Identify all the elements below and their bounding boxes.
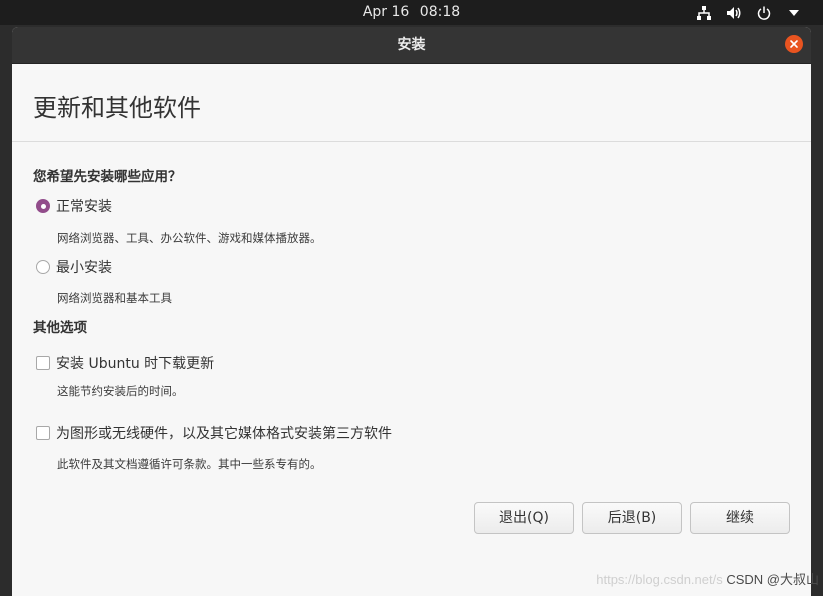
top-panel: Apr 16 08:18 — [0, 0, 823, 25]
back-button[interactable]: 后退(B) — [582, 502, 682, 534]
radio-minimal-install[interactable]: 最小安装 — [36, 257, 112, 277]
clock-date: Apr 16 — [362, 4, 410, 20]
installer-window: 安装 更新和其他软件 您希望先安装哪些应用？ 正常安装 网络浏览器、工具、办公软… — [12, 27, 811, 596]
volume-icon[interactable] — [725, 4, 743, 22]
page-content: 您希望先安装哪些应用？ 正常安装 网络浏览器、工具、办公软件、游戏和媒体播放器。… — [12, 141, 811, 596]
radio-button-checked[interactable] — [36, 199, 50, 213]
download-updates-description: 这能节约安装后的时间。 — [57, 384, 184, 398]
third-party-software-description: 此软件及其文档遵循许可条款。其中一些系专有的。 — [57, 457, 322, 471]
radio-button[interactable] — [36, 260, 50, 274]
clock-time: 08:18 — [419, 4, 461, 20]
third-party-software-label[interactable]: 为图形或无线硬件，以及其它媒体格式安装第三方软件 — [56, 423, 392, 443]
watermark-author: CSDN @大叔山 — [726, 572, 819, 587]
watermark: https://blog.csdn.net/s CSDN @大叔山 — [596, 569, 819, 588]
window-title: 安装 — [397, 37, 426, 53]
caret-down-icon[interactable] — [785, 4, 803, 22]
close-button[interactable] — [785, 35, 803, 53]
quit-button[interactable]: 退出(Q) — [474, 502, 574, 534]
radio-normal-install-label[interactable]: 正常安装 — [56, 196, 112, 216]
minimal-install-description: 网络浏览器和基本工具 — [57, 291, 172, 305]
continue-button[interactable]: 继续 — [690, 502, 790, 534]
normal-install-description: 网络浏览器、工具、办公软件、游戏和媒体播放器。 — [57, 231, 322, 245]
close-icon — [790, 40, 798, 48]
page-title: 更新和其他软件 — [33, 94, 201, 122]
radio-minimal-install-label[interactable]: 最小安装 — [56, 257, 112, 277]
download-updates-label[interactable]: 安装 Ubuntu 时下载更新 — [56, 353, 214, 373]
install-type-question: 您希望先安装哪些应用？ — [33, 169, 182, 185]
system-tray — [695, 0, 803, 25]
window-titlebar[interactable]: 安装 — [12, 27, 811, 64]
radio-normal-install[interactable]: 正常安装 — [36, 196, 112, 216]
checkbox[interactable] — [36, 356, 50, 370]
checkbox-download-updates[interactable]: 安装 Ubuntu 时下载更新 — [36, 353, 214, 373]
checkbox[interactable] — [36, 426, 50, 440]
network-icon[interactable] — [695, 4, 713, 22]
power-icon[interactable] — [755, 4, 773, 22]
checkbox-third-party-software[interactable]: 为图形或无线硬件，以及其它媒体格式安装第三方软件 — [36, 423, 392, 443]
watermark-url: https://blog.csdn.net/s — [596, 572, 723, 587]
page-header: 更新和其他软件 — [12, 64, 811, 142]
other-options-heading: 其他选项 — [33, 320, 87, 336]
